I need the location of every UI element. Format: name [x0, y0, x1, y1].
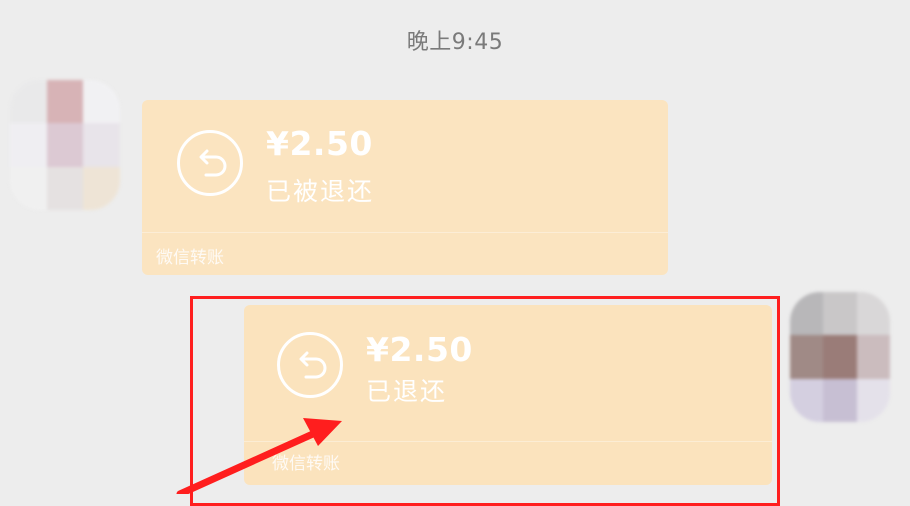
sender-avatar[interactable] [10, 80, 120, 210]
transfer-status: 已被退还 [266, 177, 375, 206]
transfer-service-label: 微信转账 [156, 248, 224, 268]
user-avatar[interactable] [790, 292, 890, 422]
return-arrow-icon [177, 130, 243, 196]
annotation-highlight-box [190, 296, 780, 506]
transfer-amount: ¥2.50 [266, 124, 373, 163]
transfer-message-incoming[interactable]: ¥2.50 已被退还 微信转账 [142, 100, 668, 275]
chat-timestamp: 晚上9:45 [406, 30, 504, 55]
bubble-divider [142, 232, 668, 233]
